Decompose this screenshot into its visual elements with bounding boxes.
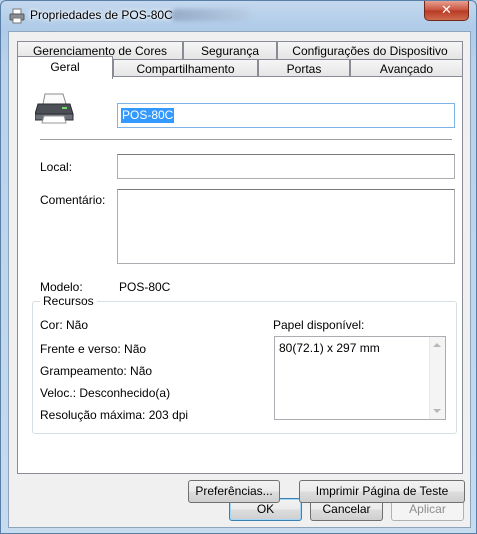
properties-window: Propriedades de POS-80C ✕ Gerenciamento … <box>0 0 477 534</box>
feature-duplex: Frente e verso: Não <box>40 342 147 356</box>
feature-color: Cor: Não <box>40 318 89 332</box>
location-input[interactable] <box>117 154 455 179</box>
printer-icon <box>9 8 25 24</box>
separator <box>40 139 452 140</box>
print-test-page-button[interactable]: Imprimir Página de Teste <box>299 480 465 503</box>
preferences-button[interactable]: Preferências... <box>188 480 280 503</box>
dialog-body: Gerenciamento de Cores Segurança Configu… <box>8 31 471 528</box>
paper-list-item[interactable]: 80(72.1) x 297 mm <box>279 341 380 355</box>
feature-speed: Veloc.: Desconhecido(a) <box>40 386 171 400</box>
tab-device-settings[interactable]: Configurações do Dispositivo <box>277 41 463 61</box>
close-button[interactable]: ✕ <box>424 1 469 21</box>
comment-textarea[interactable] <box>117 189 455 264</box>
scroll-down-arrow-icon[interactable] <box>433 409 441 413</box>
window-title: Propriedades de POS-80C <box>30 8 173 22</box>
location-label: Local: <box>40 160 73 174</box>
comment-label: Comentário: <box>40 193 106 207</box>
scroll-up-arrow-icon[interactable] <box>433 343 441 347</box>
tab-security[interactable]: Segurança <box>183 41 277 61</box>
general-tab-panel: POS-80C Local: Comentário: Modelo: POS-8… <box>17 76 465 503</box>
features-group: Recursos Cor: Não Frente e verso: Não Gr… <box>32 294 457 434</box>
model-label: Modelo: <box>40 280 83 294</box>
title-bar[interactable]: Propriedades de POS-80C ✕ <box>1 1 476 31</box>
model-value: POS-80C <box>119 280 171 294</box>
paper-label: Papel disponível: <box>273 318 365 332</box>
feature-resolution: Resolução máxima: 203 dpi <box>40 408 189 422</box>
tab-general[interactable]: Geral <box>17 56 113 79</box>
features-group-title: Recursos <box>40 294 97 308</box>
printer-name-text: POS-80C <box>121 108 175 123</box>
paper-list-scrollbar[interactable] <box>429 337 445 419</box>
paper-listbox[interactable]: 80(72.1) x 297 mm <box>274 336 446 420</box>
redacted-text <box>171 9 251 21</box>
feature-staple: Grampeamento: Não <box>40 364 153 378</box>
printer-icon <box>34 92 75 127</box>
printer-name-input[interactable]: POS-80C <box>117 103 455 128</box>
